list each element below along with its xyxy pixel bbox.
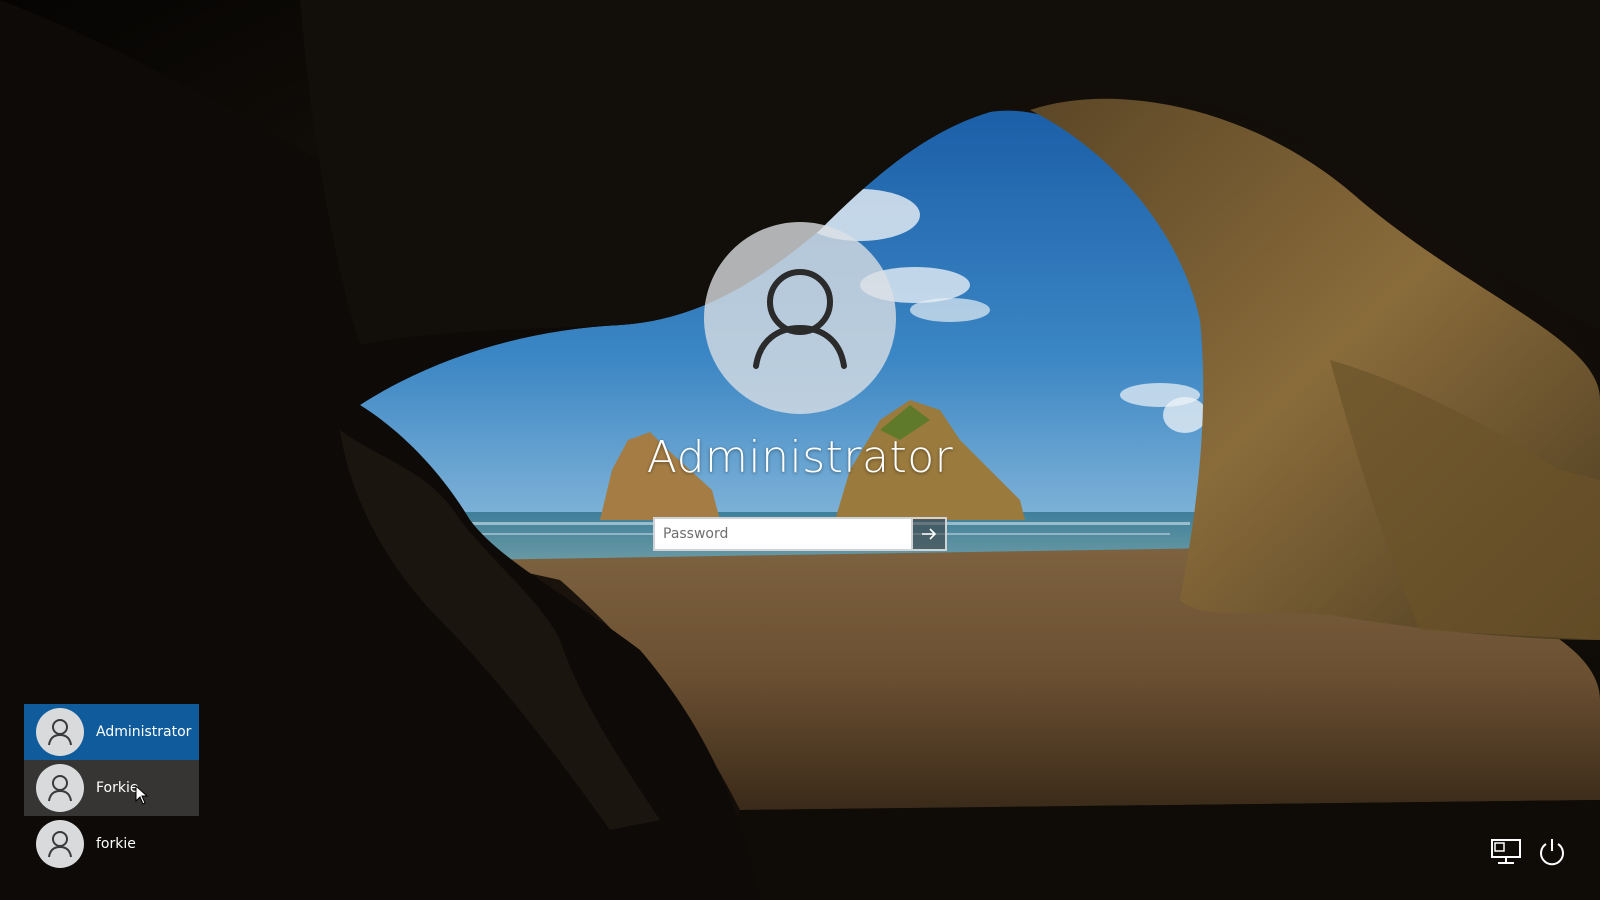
- user-silhouette-icon: [48, 831, 72, 858]
- user-list-item-administrator[interactable]: Administrator: [24, 704, 199, 760]
- user-list-item-forkie-lower[interactable]: forkie: [24, 816, 199, 872]
- user-silhouette-icon: [48, 719, 72, 746]
- password-input[interactable]: [653, 517, 913, 551]
- network-button[interactable]: [1488, 836, 1524, 868]
- user-list-label: Administrator: [96, 724, 192, 740]
- user-list-label: forkie: [96, 836, 136, 852]
- selected-user-name: Administrator: [646, 432, 954, 483]
- arrow-right-icon: [922, 528, 937, 540]
- power-button[interactable]: [1534, 836, 1570, 868]
- user-avatar-small: [36, 820, 84, 868]
- user-list-item-forkie-upper[interactable]: Forkie: [24, 760, 199, 816]
- submit-button[interactable]: [913, 517, 947, 551]
- user-list-label: Forkie: [96, 780, 139, 796]
- user-avatar-large: [704, 222, 896, 414]
- user-silhouette-icon: [48, 775, 72, 802]
- user-avatar-small: [36, 764, 84, 812]
- user-silhouette-icon: [753, 269, 847, 369]
- network-icon: [1491, 839, 1521, 864]
- user-list: Administrator Forkie forkie: [24, 704, 199, 872]
- user-avatar-small: [36, 708, 84, 756]
- lock-screen: Administrator Administrator Forkie forki…: [0, 0, 1600, 900]
- power-icon: [1540, 839, 1564, 866]
- password-row: [653, 517, 947, 551]
